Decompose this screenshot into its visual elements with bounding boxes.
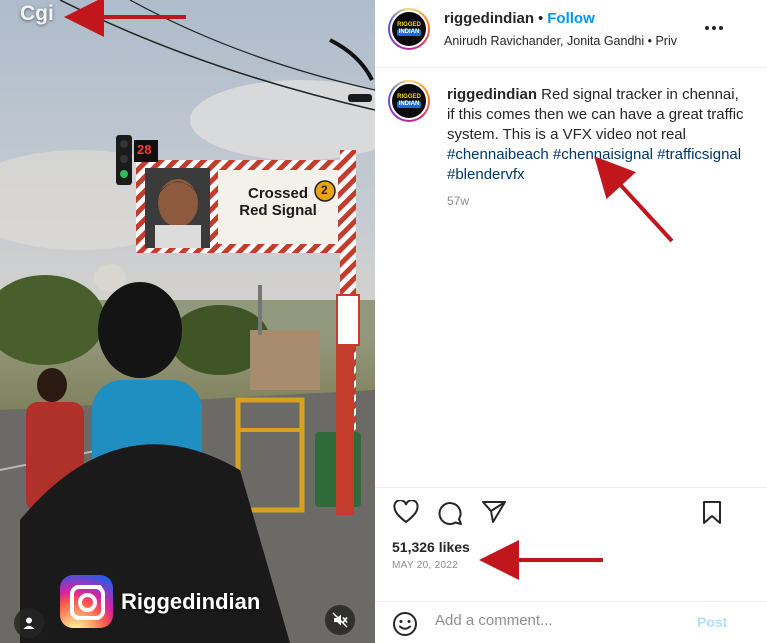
post-details-panel: RIGGED INDIAN riggedindian • Follow Anirud… [375,0,767,643]
sign-badge-number: 2 [321,183,328,197]
comment-input[interactable] [435,612,685,629]
audio-subline[interactable]: Anirudh Ravichander, Jonita Gandhi • Pri… [444,34,677,48]
watermark-text: Riggedindian [121,588,261,614]
like-button[interactable] [393,499,421,528]
post-date: MAY 20, 2022 [392,560,459,571]
save-button[interactable] [701,500,729,528]
actions-divider [375,487,767,488]
signal-counter: 28 [137,142,152,157]
author-username[interactable]: riggedindian [444,10,534,27]
post-header: RIGGED INDIAN riggedindian • Follow Anirud… [388,6,767,66]
heart-icon [393,499,419,524]
caption-username[interactable]: riggedindian [447,86,537,103]
user-tag-icon [23,617,35,629]
sign-board-text: Crossed Red Signal [239,185,317,219]
reel-video[interactable]: Cgi Crossed Red Signal 28 2 Riggedindian [0,0,375,643]
comment-bubble-icon [438,502,462,526]
caption-hashtags[interactable]: #chennaibeach #chennaisignal #trafficsig… [447,145,747,185]
video-watermark: Riggedindian [60,575,260,628]
bookmark-icon [703,501,721,524]
caption-avatar-badge: RIGGED INDIAN [397,94,421,108]
follow-button[interactable]: Follow [547,10,595,27]
more-options-icon [705,26,723,30]
avatar-badge: RIGGED INDIAN [397,22,421,36]
tagged-users-button[interactable] [14,608,44,638]
speaker-muted-icon [332,612,348,628]
emoji-smile-icon [393,612,417,636]
caption-avatar[interactable]: RIGGED INDIAN [388,80,430,122]
separator-dot: • [538,10,544,27]
emoji-button[interactable] [392,611,418,637]
header-divider [375,67,767,68]
instagram-logo-icon [60,575,113,628]
likes-count[interactable]: 51,326 likes [392,539,470,555]
post-actions [389,499,739,530]
comment-button[interactable] [437,500,465,528]
more-options-button[interactable] [704,14,724,37]
share-button[interactable] [481,500,509,528]
mute-toggle-button[interactable] [325,605,355,635]
comment-bar: Post [375,602,767,643]
caption-time-ago: 57w [447,194,470,208]
paper-plane-icon [482,501,506,523]
post-comment-button[interactable]: Post [697,614,727,630]
overlay-caption-text: Cgi [20,2,54,25]
author-avatar[interactable]: RIGGED INDIAN [388,8,430,50]
video-scene [0,0,375,643]
